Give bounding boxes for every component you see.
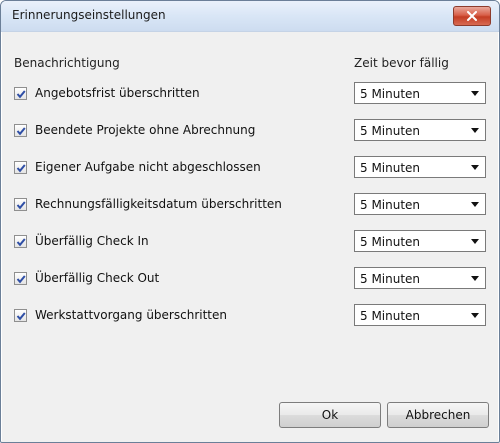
reminder-label: Überfällig Check Out <box>35 271 160 285</box>
reminder-label: Angebotsfrist überschritten <box>35 86 200 100</box>
dropdown-arrow-icon <box>471 91 479 96</box>
time-select[interactable]: 5 Minuten <box>354 230 486 252</box>
ok-button[interactable]: Ok <box>279 402 381 428</box>
checkmark-icon <box>16 312 26 321</box>
reminder-row: Überfällig Check In 5 Minuten <box>2 230 498 254</box>
checkmark-icon <box>16 201 26 210</box>
reminder-label: Eigener Aufgabe nicht abgeschlossen <box>35 160 261 174</box>
cancel-button[interactable]: Abbrechen <box>387 402 489 428</box>
time-select[interactable]: 5 Minuten <box>354 156 486 178</box>
reminder-row: Beendete Projekte ohne Abrechnung 5 Minu… <box>2 119 498 143</box>
close-icon <box>467 11 477 21</box>
time-select-value: 5 Minuten <box>360 309 421 323</box>
reminder-checkbox[interactable] <box>14 272 27 285</box>
reminder-label: Rechnungsfälligkeitsdatum überschritten <box>35 197 282 211</box>
time-select[interactable]: 5 Minuten <box>354 267 486 289</box>
checkmark-icon <box>16 238 26 247</box>
time-select-value: 5 Minuten <box>360 161 421 175</box>
reminder-row: Eigener Aufgabe nicht abgeschlossen 5 Mi… <box>2 156 498 180</box>
dropdown-arrow-icon <box>471 313 479 318</box>
checkmark-icon <box>16 90 26 99</box>
dialog-content: Benachrichtigung Zeit bevor fällig Angeb… <box>2 32 498 442</box>
reminder-checkbox[interactable] <box>14 87 27 100</box>
time-select[interactable]: 5 Minuten <box>354 193 486 215</box>
window-title: Erinnerungseinstellungen <box>12 8 166 22</box>
dropdown-arrow-icon <box>471 165 479 170</box>
time-select-value: 5 Minuten <box>360 272 421 286</box>
reminder-checkbox[interactable] <box>14 309 27 322</box>
dropdown-arrow-icon <box>471 202 479 207</box>
time-select[interactable]: 5 Minuten <box>354 119 486 141</box>
time-select-value: 5 Minuten <box>360 235 421 249</box>
time-select[interactable]: 5 Minuten <box>354 304 486 326</box>
reminder-checkbox[interactable] <box>14 235 27 248</box>
reminder-row: Werkstattvorgang überschritten 5 Minuten <box>2 304 498 328</box>
dropdown-arrow-icon <box>471 128 479 133</box>
time-before-due-column-header: Zeit bevor fällig <box>354 56 449 70</box>
reminder-label: Werkstattvorgang überschritten <box>35 308 227 322</box>
checkmark-icon <box>16 164 26 173</box>
reminder-label: Überfällig Check In <box>35 234 149 248</box>
reminder-row: Rechnungsfälligkeitsdatum überschritten … <box>2 193 498 217</box>
title-bar: Erinnerungseinstellungen <box>1 1 499 32</box>
time-select-value: 5 Minuten <box>360 124 421 138</box>
close-button[interactable] <box>453 6 491 26</box>
time-select-value: 5 Minuten <box>360 87 421 101</box>
time-select[interactable]: 5 Minuten <box>354 82 486 104</box>
reminder-checkbox[interactable] <box>14 198 27 211</box>
checkmark-icon <box>16 127 26 136</box>
time-select-value: 5 Minuten <box>360 198 421 212</box>
checkmark-icon <box>16 275 26 284</box>
reminder-label: Beendete Projekte ohne Abrechnung <box>35 123 256 137</box>
reminder-row: Angebotsfrist überschritten 5 Minuten <box>2 82 498 106</box>
reminder-row: Überfällig Check Out 5 Minuten <box>2 267 498 291</box>
reminder-checkbox[interactable] <box>14 161 27 174</box>
reminder-settings-dialog: Erinnerungseinstellungen Benachrichtigun… <box>0 0 500 443</box>
reminder-checkbox[interactable] <box>14 124 27 137</box>
notification-column-header: Benachrichtigung <box>14 56 120 70</box>
dropdown-arrow-icon <box>471 276 479 281</box>
dropdown-arrow-icon <box>471 239 479 244</box>
